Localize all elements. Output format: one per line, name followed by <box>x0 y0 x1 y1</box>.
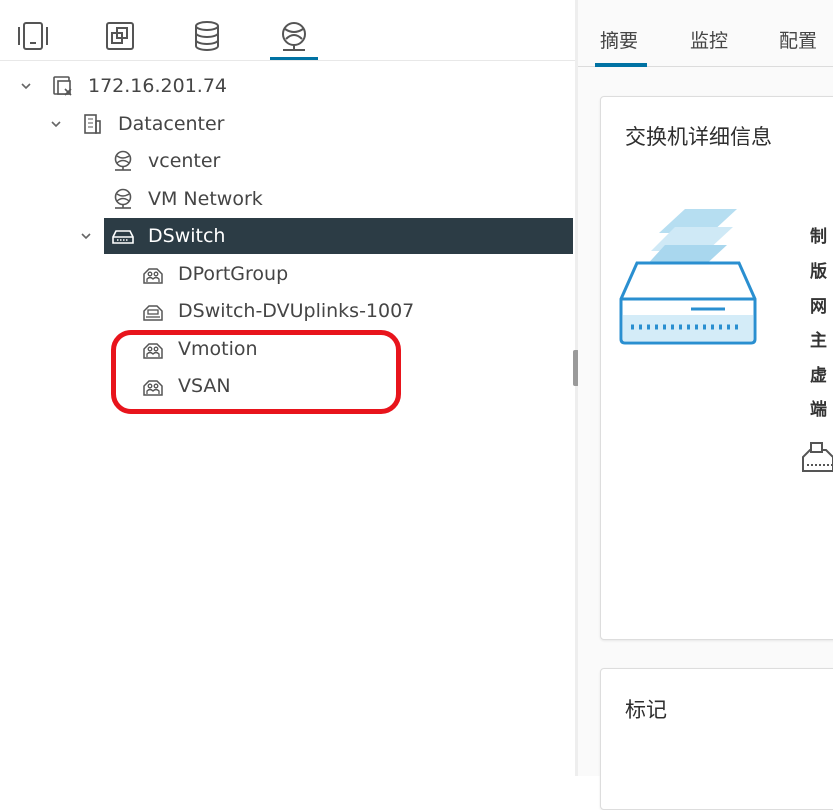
tree-node-dswitch[interactable]: DSwitch <box>0 218 575 254</box>
network-icon <box>110 143 136 179</box>
detail-label-version: 版 <box>810 262 827 282</box>
tree-node-datacenter[interactable]: Datacenter <box>0 106 575 142</box>
tab-configure[interactable]: 配置 <box>779 26 817 60</box>
tree-node-network[interactable]: vcenter <box>0 143 575 179</box>
vms-templates-tab[interactable] <box>100 16 140 56</box>
detail-label-network: 网 <box>810 297 827 317</box>
networking-icon <box>282 22 306 51</box>
tree-node-label: vcenter <box>148 150 221 172</box>
chevron-down-icon[interactable] <box>16 68 36 104</box>
tags-card <box>600 668 833 810</box>
navigator-divider <box>0 60 575 61</box>
datacenter-icon <box>79 106 105 142</box>
highlight-annotation <box>111 330 401 414</box>
tree-node-network[interactable]: VM Network <box>0 181 575 217</box>
detail-label-port: 端 <box>810 400 827 420</box>
vcenter-icon <box>50 68 76 104</box>
network-icon <box>110 181 136 217</box>
detail-label-manufacturer: 制 <box>810 227 827 247</box>
hosts-clusters-tab[interactable] <box>13 16 53 56</box>
distributed-switch-icon <box>110 218 136 254</box>
tree-node-uplink-port-group[interactable]: DSwitch-DVUplinks-1007 <box>0 293 575 329</box>
switch-illustration-icon <box>619 209 757 345</box>
switch-details-card <box>600 96 833 640</box>
chevron-down-icon[interactable] <box>46 106 66 142</box>
tree-node-label: VM Network <box>148 188 263 210</box>
uplink-port-group-icon <box>140 293 166 329</box>
hosts-clusters-icon <box>18 22 48 50</box>
tree-node-vcenter-server[interactable]: 172.16.201.74 <box>0 68 575 104</box>
tree-node-label: DSwitch-DVUplinks-1007 <box>178 300 415 322</box>
chevron-down-icon[interactable] <box>76 218 96 254</box>
active-tab-indicator <box>595 63 647 67</box>
card-title: 标记 <box>625 698 667 722</box>
detail-label-vm: 虚 <box>810 366 827 386</box>
vms-templates-icon <box>106 22 134 50</box>
port-group-icon <box>802 442 833 472</box>
tab-summary[interactable]: 摘要 <box>600 26 638 60</box>
navigator-panel: 172.16.201.74 Datacenter vcenter VM Netw… <box>0 0 575 776</box>
card-title: 交换机详细信息 <box>625 125 772 149</box>
tree-node-port-group[interactable]: DPortGroup <box>0 256 575 292</box>
networking-tab[interactable] <box>274 16 314 56</box>
tree-node-label: DSwitch <box>148 225 226 247</box>
tree-node-label: 172.16.201.74 <box>88 75 228 97</box>
tree-node-label: DPortGroup <box>178 263 289 285</box>
storage-icon <box>195 21 219 51</box>
tab-monitor[interactable]: 监控 <box>690 26 728 60</box>
detail-label-host: 主 <box>810 331 827 351</box>
storage-tab[interactable] <box>187 16 227 56</box>
port-group-icon <box>140 256 166 292</box>
tree-node-label: Datacenter <box>118 113 225 135</box>
